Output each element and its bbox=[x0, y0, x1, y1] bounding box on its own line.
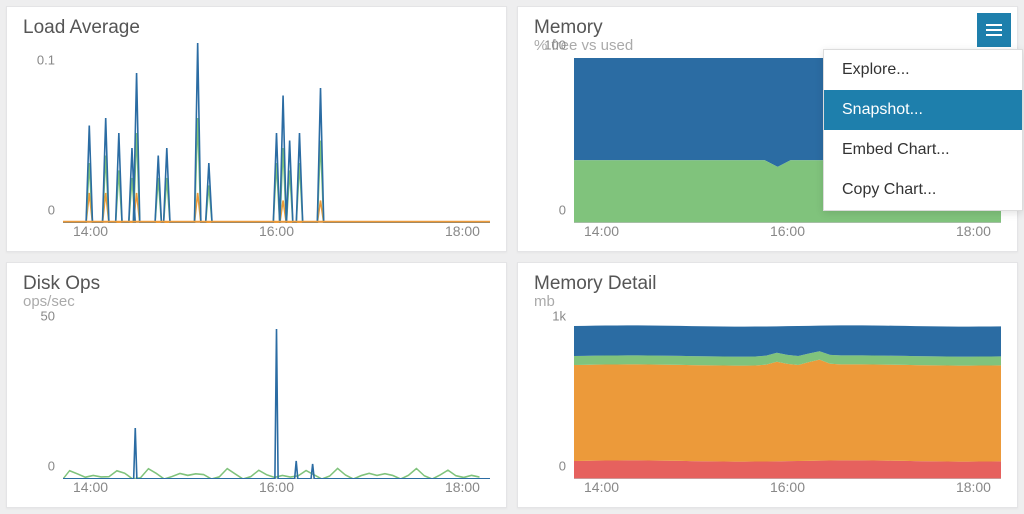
menu-item-explore[interactable]: Explore... bbox=[824, 50, 1022, 90]
y-tick: 0.1 bbox=[37, 52, 55, 67]
chart-memory-detail: 01k 14:0016:0018:00 bbox=[534, 314, 1001, 501]
chart-load-average: 0 0.1 14:00 16:00 18:00 bbox=[23, 43, 490, 245]
hamburger-icon bbox=[986, 24, 1002, 36]
chart-title: Memory Detail bbox=[534, 273, 1001, 295]
chart-disk-ops: 050 14:0016:0018:00 bbox=[23, 314, 490, 501]
y-tick: 50 bbox=[41, 308, 55, 323]
chart-subtitle: mb bbox=[534, 293, 1001, 310]
card-load-average: Load Average 0 0.1 14:00 16:00 18:00 bbox=[6, 6, 507, 252]
chart-menu-dropdown: Explore...Snapshot...Embed Chart...Copy … bbox=[823, 49, 1023, 211]
card-disk-ops: Disk Ops ops/sec 0 50 14:00 16:00 18:00 bbox=[6, 262, 507, 508]
y-tick: 0 bbox=[559, 458, 566, 473]
chart-title: Disk Ops bbox=[23, 273, 490, 295]
card-memory: Memory % free vs used Explore...Snapshot… bbox=[517, 6, 1018, 252]
x-tick: 16:00 bbox=[259, 479, 294, 495]
x-tick: 18:00 bbox=[445, 479, 480, 495]
card-memory-detail: Memory Detail mb 0 1k 14:00 16:00 18:00 bbox=[517, 262, 1018, 508]
x-tick: 18:00 bbox=[956, 479, 991, 495]
y-tick: 0 bbox=[559, 202, 566, 217]
x-tick: 16:00 bbox=[770, 479, 805, 495]
chart-title: Memory bbox=[534, 17, 1001, 39]
x-tick: 16:00 bbox=[259, 223, 294, 239]
x-tick: 18:00 bbox=[445, 223, 480, 239]
y-tick: 0 bbox=[48, 202, 55, 217]
x-tick: 14:00 bbox=[73, 223, 108, 239]
chart-subtitle: ops/sec bbox=[23, 293, 490, 310]
chart-menu-button[interactable] bbox=[977, 13, 1011, 47]
chart-title: Load Average bbox=[23, 17, 490, 39]
menu-item-snapshot[interactable]: Snapshot... bbox=[824, 90, 1022, 130]
menu-item-copy-chart[interactable]: Copy Chart... bbox=[824, 170, 1022, 210]
y-tick: 100 bbox=[544, 37, 566, 52]
menu-item-embed-chart[interactable]: Embed Chart... bbox=[824, 130, 1022, 170]
y-tick: 0 bbox=[48, 458, 55, 473]
x-tick: 14:00 bbox=[584, 223, 619, 239]
y-tick: 1k bbox=[552, 308, 566, 323]
x-tick: 18:00 bbox=[956, 223, 991, 239]
x-tick: 14:00 bbox=[73, 479, 108, 495]
x-tick: 16:00 bbox=[770, 223, 805, 239]
x-tick: 14:00 bbox=[584, 479, 619, 495]
